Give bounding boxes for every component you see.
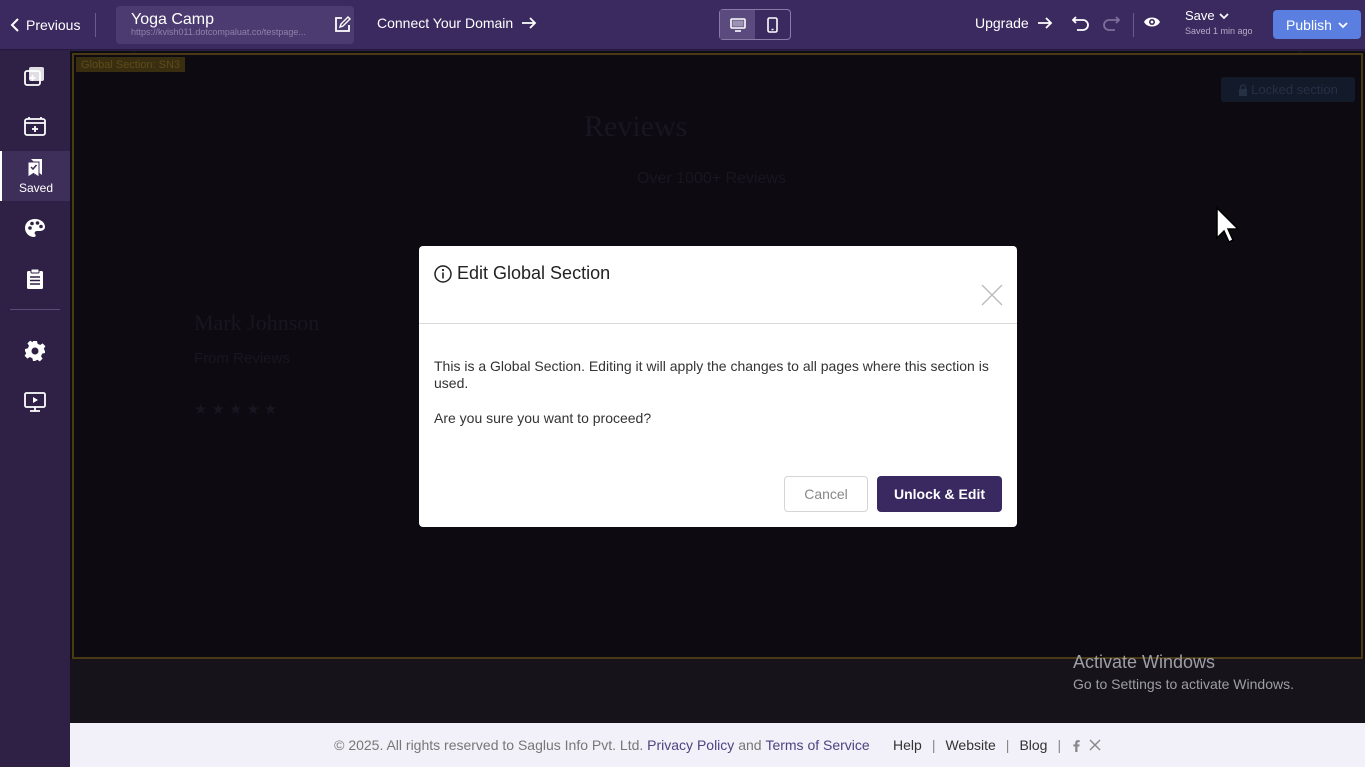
sidebar-item-settings[interactable]: [0, 326, 70, 376]
preview-button[interactable]: [1143, 15, 1161, 29]
unlock-edit-button[interactable]: Unlock & Edit: [877, 476, 1002, 512]
undo-button[interactable]: [1072, 14, 1090, 32]
sidebar-item-label: Saved: [18, 180, 54, 195]
sidebar-item-forms[interactable]: [0, 254, 70, 304]
activate-windows-watermark: Activate Windows Go to Settings to activ…: [1073, 652, 1294, 692]
x-twitter-icon[interactable]: [1089, 739, 1101, 751]
section-heading: Reviews: [584, 110, 688, 143]
mobile-icon: [767, 16, 778, 33]
cancel-button[interactable]: Cancel: [784, 476, 868, 512]
monitor-play-icon: [24, 392, 46, 412]
watermark-line1: Activate Windows: [1073, 652, 1216, 672]
sidebar: Saved: [0, 51, 70, 767]
upgrade-button[interactable]: Upgrade: [975, 15, 1053, 31]
and-text: and: [738, 737, 762, 753]
top-bar: Previous Yoga Camp https://kvish011.dotc…: [0, 0, 1365, 50]
privacy-policy-link[interactable]: Privacy Policy: [647, 737, 734, 753]
facebook-icon[interactable]: [1071, 739, 1081, 752]
lock-icon: [1239, 83, 1248, 96]
sections-icon: [24, 117, 46, 136]
edit-icon[interactable]: [334, 16, 351, 33]
save-label: Save: [1185, 8, 1215, 23]
connect-domain-label: Connect Your Domain: [377, 15, 514, 31]
desktop-view-button[interactable]: [720, 10, 755, 39]
website-link[interactable]: Website: [945, 737, 995, 753]
sidebar-divider: [10, 309, 60, 310]
bookmark-icon: [27, 158, 42, 178]
sidebar-item-saved[interactable]: Saved: [0, 151, 70, 201]
desktop-icon: [729, 17, 746, 32]
divider: [1133, 13, 1134, 37]
saved-status: Saved 1 min ago: [1185, 26, 1253, 36]
mouse-cursor-icon: [1216, 206, 1240, 244]
info-icon: [434, 264, 452, 283]
watermark-line2: Go to Settings to activate Windows.: [1073, 676, 1294, 692]
dialog-header: Edit Global Section: [419, 246, 1017, 324]
site-url: https://kvish011.dotcompaluat.co/testpag…: [131, 27, 306, 37]
dialog-title: Edit Global Section: [457, 263, 611, 283]
blog-link[interactable]: Blog: [1019, 737, 1047, 753]
reviewer-meta: From Reviews: [194, 350, 290, 367]
rating-stars: ★★★★★: [194, 401, 282, 418]
previous-button[interactable]: Previous: [10, 14, 80, 36]
sidebar-item-add-page[interactable]: [0, 51, 70, 101]
upgrade-label: Upgrade: [975, 15, 1029, 31]
sidebar-item-preview[interactable]: [0, 377, 70, 427]
redo-button[interactable]: [1102, 14, 1120, 32]
connect-domain-button[interactable]: Connect Your Domain: [377, 15, 537, 31]
site-selector[interactable]: Yoga Camp https://kvish011.dotcompaluat.…: [116, 6, 354, 44]
save-button[interactable]: Save Saved 1 min ago: [1185, 8, 1253, 36]
edit-global-section-dialog: Edit Global Section This is a Global Sec…: [419, 246, 1017, 527]
publish-label: Publish: [1286, 16, 1332, 33]
reviewer-name: Mark Johnson: [194, 310, 320, 335]
device-toggle: [719, 9, 791, 40]
mobile-view-button[interactable]: [755, 10, 790, 39]
locked-section-label: Locked section: [1251, 82, 1338, 97]
add-page-icon: [24, 67, 44, 86]
help-link[interactable]: Help: [893, 737, 922, 753]
sidebar-item-theme[interactable]: [0, 203, 70, 253]
close-icon[interactable]: [981, 284, 1003, 306]
eye-icon: [1144, 17, 1160, 27]
locked-section-badge: Locked section: [1221, 77, 1355, 102]
publish-button[interactable]: Publish: [1273, 10, 1361, 39]
global-section-label: Global Section: SN3: [76, 57, 186, 72]
chevron-down-icon: [1219, 12, 1229, 19]
clipboard-icon: [27, 268, 43, 289]
section-subheading: Over 1000+ Reviews: [637, 170, 786, 187]
palette-icon: [25, 219, 45, 237]
divider: [95, 13, 96, 37]
footer-separator: |: [1005, 737, 1010, 753]
dialog-message: This is a Global Section. Editing it wil…: [434, 358, 989, 391]
dialog-question: Are you sure you want to proceed?: [434, 410, 652, 426]
redo-icon: [1103, 16, 1120, 31]
sidebar-item-sections[interactable]: [0, 101, 70, 151]
chevron-down-icon: [1338, 21, 1348, 28]
terms-of-service-link[interactable]: Terms of Service: [765, 737, 869, 753]
undo-icon: [1072, 16, 1089, 31]
gear-icon: [24, 340, 46, 362]
footer-separator: |: [1057, 737, 1062, 753]
arrow-right-icon: [1037, 17, 1052, 29]
footer-separator: |: [931, 737, 936, 753]
footer: © 2025. All rights reserved to Saglus In…: [70, 723, 1365, 767]
chevron-left-icon: [10, 18, 19, 32]
arrow-right-icon: [522, 17, 537, 29]
previous-label: Previous: [26, 17, 81, 33]
copyright-text: © 2025. All rights reserved to Saglus In…: [334, 737, 644, 753]
